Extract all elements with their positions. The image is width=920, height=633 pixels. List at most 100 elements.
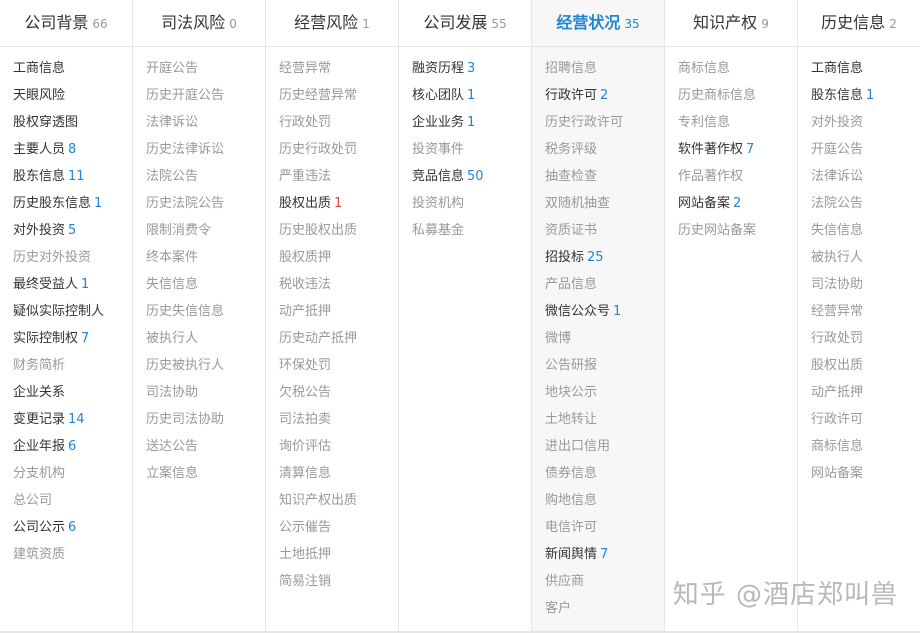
- menu-item[interactable]: 招投标 25: [545, 244, 664, 271]
- tab-header[interactable]: 经营状况 35: [532, 0, 664, 47]
- menu-item[interactable]: 商标信息: [811, 433, 920, 460]
- menu-item[interactable]: 土地抵押: [279, 541, 398, 568]
- menu-item[interactable]: 主要人员 8: [13, 136, 132, 163]
- menu-item[interactable]: 历史股权出质: [279, 217, 398, 244]
- menu-item[interactable]: 司法拍卖: [279, 406, 398, 433]
- menu-item[interactable]: 企业业务 1: [412, 109, 531, 136]
- menu-item[interactable]: 微信公众号 1: [545, 298, 664, 325]
- menu-item[interactable]: 历史商标信息: [678, 82, 797, 109]
- menu-item[interactable]: 法院公告: [811, 190, 920, 217]
- menu-item[interactable]: 严重违法: [279, 163, 398, 190]
- menu-item[interactable]: 环保处罚: [279, 352, 398, 379]
- menu-item[interactable]: 股权出质: [811, 352, 920, 379]
- menu-item[interactable]: 简易注销: [279, 568, 398, 595]
- menu-item[interactable]: 工商信息: [13, 55, 132, 82]
- menu-item[interactable]: 疑似实际控制人: [13, 298, 132, 325]
- tab-header[interactable]: 知识产权 9: [665, 0, 797, 47]
- menu-item[interactable]: 对外投资 5: [13, 217, 132, 244]
- menu-item[interactable]: 作品著作权: [678, 163, 797, 190]
- menu-item[interactable]: 历史动产抵押: [279, 325, 398, 352]
- menu-item[interactable]: 历史行政处罚: [279, 136, 398, 163]
- menu-item[interactable]: 知识产权出质: [279, 487, 398, 514]
- tab-header[interactable]: 历史信息 2: [798, 0, 920, 47]
- menu-item[interactable]: 公司公示 6: [13, 514, 132, 541]
- menu-item[interactable]: 法院公告: [146, 163, 265, 190]
- menu-item[interactable]: 软件著作权 7: [678, 136, 797, 163]
- menu-item[interactable]: 进出口信用: [545, 433, 664, 460]
- menu-item[interactable]: 工商信息: [811, 55, 920, 82]
- menu-item[interactable]: 土地转让: [545, 406, 664, 433]
- menu-item[interactable]: 行政许可: [811, 406, 920, 433]
- menu-item[interactable]: 行政处罚: [811, 325, 920, 352]
- menu-item[interactable]: 终本案件: [146, 244, 265, 271]
- menu-item[interactable]: 客户: [545, 595, 664, 622]
- menu-item[interactable]: 网站备案 2: [678, 190, 797, 217]
- menu-item[interactable]: 购地信息: [545, 487, 664, 514]
- tab-header[interactable]: 公司发展 55: [399, 0, 531, 47]
- menu-item[interactable]: 历史网站备案: [678, 217, 797, 244]
- menu-item[interactable]: 历史经营异常: [279, 82, 398, 109]
- menu-item[interactable]: 产品信息: [545, 271, 664, 298]
- menu-item[interactable]: 网站备案: [811, 460, 920, 487]
- menu-item[interactable]: 股东信息 1: [811, 82, 920, 109]
- menu-item[interactable]: 被执行人: [811, 244, 920, 271]
- menu-item[interactable]: 历史法律诉讼: [146, 136, 265, 163]
- menu-item[interactable]: 商标信息: [678, 55, 797, 82]
- tab-header[interactable]: 公司背景 66: [0, 0, 132, 47]
- menu-item[interactable]: 历史被执行人: [146, 352, 265, 379]
- menu-item[interactable]: 企业关系: [13, 379, 132, 406]
- menu-item[interactable]: 询价评估: [279, 433, 398, 460]
- menu-item[interactable]: 股权穿透图: [13, 109, 132, 136]
- menu-item[interactable]: 变更记录 14: [13, 406, 132, 433]
- menu-item[interactable]: 失信信息: [811, 217, 920, 244]
- menu-item[interactable]: 历史司法协助: [146, 406, 265, 433]
- menu-item[interactable]: 投资事件: [412, 136, 531, 163]
- menu-item[interactable]: 股东信息 11: [13, 163, 132, 190]
- menu-item[interactable]: 核心团队 1: [412, 82, 531, 109]
- menu-item[interactable]: 历史法院公告: [146, 190, 265, 217]
- menu-item[interactable]: 分支机构: [13, 460, 132, 487]
- menu-item[interactable]: 招聘信息: [545, 55, 664, 82]
- menu-item[interactable]: 清算信息: [279, 460, 398, 487]
- menu-item[interactable]: 司法协助: [811, 271, 920, 298]
- menu-item[interactable]: 双随机抽查: [545, 190, 664, 217]
- menu-item[interactable]: 开庭公告: [146, 55, 265, 82]
- tab-header[interactable]: 司法风险 0: [133, 0, 265, 47]
- menu-item[interactable]: 专利信息: [678, 109, 797, 136]
- menu-item[interactable]: 建筑资质: [13, 541, 132, 568]
- menu-item[interactable]: 地块公示: [545, 379, 664, 406]
- menu-item[interactable]: 新闻舆情 7: [545, 541, 664, 568]
- menu-item[interactable]: 对外投资: [811, 109, 920, 136]
- menu-item[interactable]: 私募基金: [412, 217, 531, 244]
- menu-item[interactable]: 微博: [545, 325, 664, 352]
- menu-item[interactable]: 公告研报: [545, 352, 664, 379]
- menu-item[interactable]: 立案信息: [146, 460, 265, 487]
- menu-item[interactable]: 供应商: [545, 568, 664, 595]
- menu-item[interactable]: 法律诉讼: [146, 109, 265, 136]
- menu-item[interactable]: 资质证书: [545, 217, 664, 244]
- menu-item[interactable]: 经营异常: [279, 55, 398, 82]
- menu-item[interactable]: 失信信息: [146, 271, 265, 298]
- menu-item[interactable]: 最终受益人 1: [13, 271, 132, 298]
- menu-item[interactable]: 送达公告: [146, 433, 265, 460]
- menu-item[interactable]: 抽查检查: [545, 163, 664, 190]
- menu-item[interactable]: 债券信息: [545, 460, 664, 487]
- menu-item[interactable]: 融资历程 3: [412, 55, 531, 82]
- tab-header[interactable]: 经营风险 1: [266, 0, 398, 47]
- menu-item[interactable]: 税收违法: [279, 271, 398, 298]
- menu-item[interactable]: 限制消费令: [146, 217, 265, 244]
- menu-item[interactable]: 股权出质 1: [279, 190, 398, 217]
- menu-item[interactable]: 财务简析: [13, 352, 132, 379]
- menu-item[interactable]: 开庭公告: [811, 136, 920, 163]
- menu-item[interactable]: 司法协助: [146, 379, 265, 406]
- menu-item[interactable]: 企业年报 6: [13, 433, 132, 460]
- menu-item[interactable]: 电信许可: [545, 514, 664, 541]
- menu-item[interactable]: 天眼风险: [13, 82, 132, 109]
- menu-item[interactable]: 总公司: [13, 487, 132, 514]
- menu-item[interactable]: 历史开庭公告: [146, 82, 265, 109]
- menu-item[interactable]: 历史行政许可: [545, 109, 664, 136]
- menu-item[interactable]: 税务评级: [545, 136, 664, 163]
- menu-item[interactable]: 行政许可 2: [545, 82, 664, 109]
- menu-item[interactable]: 股权质押: [279, 244, 398, 271]
- menu-item[interactable]: 法律诉讼: [811, 163, 920, 190]
